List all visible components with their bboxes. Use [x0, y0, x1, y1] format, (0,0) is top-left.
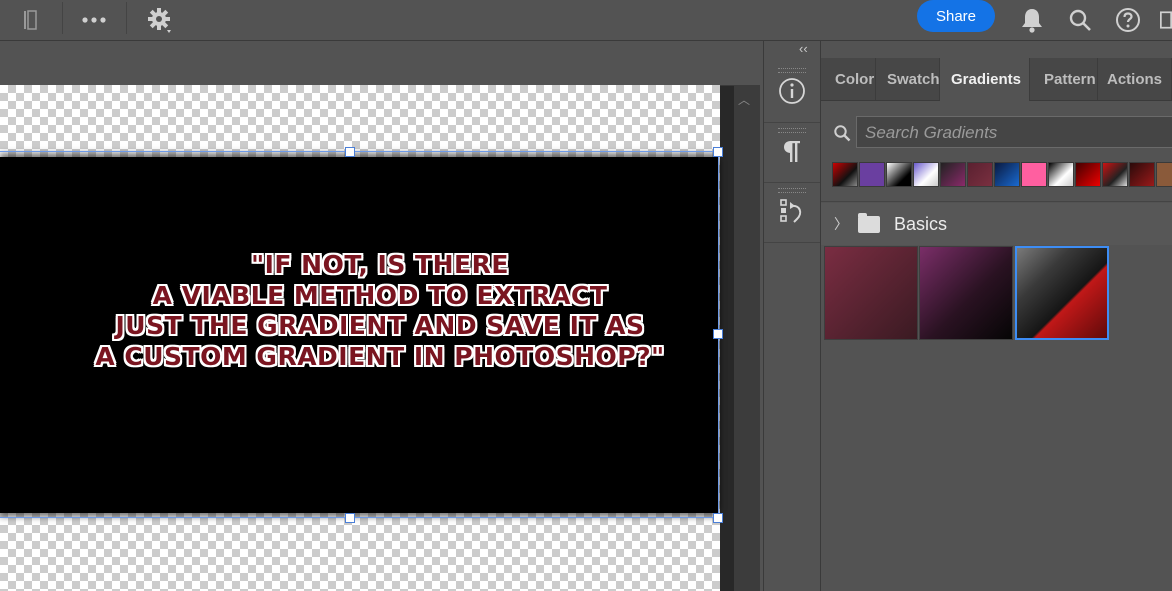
history-icon — [778, 197, 806, 230]
quote-line: "IF NOT, IS THERE — [251, 250, 509, 279]
help-icon[interactable] — [1114, 5, 1142, 35]
gradient-swatch[interactable] — [1129, 162, 1155, 187]
settings-icon[interactable] — [145, 5, 175, 35]
panel-tabs: Color Swatch Gradients Pattern Actions — [821, 58, 1172, 101]
top-toolbar: Share — [0, 0, 1172, 41]
gradient-swatch[interactable] — [913, 162, 939, 187]
gradient-swatch[interactable] — [832, 162, 858, 187]
collapse-panels-icon[interactable]: ‹‹ — [799, 41, 808, 56]
toolbar-divider — [126, 2, 127, 34]
panel-toggle-icon[interactable] — [1160, 5, 1172, 35]
folder-icon — [858, 212, 880, 233]
panel-toggle-icon[interactable] — [20, 5, 40, 35]
bell-icon[interactable] — [1018, 5, 1046, 35]
gradient-swatch[interactable] — [1048, 162, 1074, 187]
history-button[interactable] — [764, 184, 820, 243]
gradient-preset[interactable] — [919, 246, 1013, 340]
transform-handle[interactable] — [713, 513, 723, 523]
gradient-swatch[interactable] — [1075, 162, 1101, 187]
gradient-swatch[interactable] — [967, 162, 993, 187]
gradient-swatch[interactable] — [859, 162, 885, 187]
grip-handle[interactable] — [778, 188, 806, 193]
tab-color[interactable]: Color — [821, 58, 876, 100]
paragraph-icon — [781, 138, 803, 169]
quote-line: JUST THE GRADIENT AND SAVE IT AS — [115, 311, 645, 340]
share-button[interactable]: Share — [917, 0, 995, 32]
chevron-up-icon[interactable]: ︿ — [738, 91, 750, 108]
folder-label: Basics — [894, 213, 948, 234]
selection-border-bottom — [0, 517, 719, 518]
document-tab-bar — [0, 41, 760, 86]
gradient-swatch[interactable] — [1021, 162, 1047, 187]
folder-basics[interactable]: 〉 Basics — [821, 203, 1172, 245]
gradients-panel: Color Swatch Gradients Pattern Actions 〉… — [821, 58, 1172, 591]
panel-tool-strip — [763, 41, 821, 591]
recent-gradients — [832, 162, 1172, 188]
divider — [821, 201, 1172, 202]
paragraph-button[interactable] — [764, 124, 820, 183]
gradient-swatch[interactable] — [940, 162, 966, 187]
quote-line: A CUSTOM GRADIENT IN PHOTOSHOP?" — [95, 341, 665, 371]
transform-handle[interactable] — [345, 147, 355, 157]
info-button[interactable] — [764, 64, 820, 123]
more-icon[interactable] — [80, 5, 108, 35]
transform-handle[interactable] — [713, 147, 723, 157]
selection-border-top — [0, 151, 719, 152]
info-icon — [778, 77, 806, 110]
gradient-preset[interactable] — [824, 246, 918, 340]
tab-patterns[interactable]: Pattern — [1030, 58, 1098, 100]
gradient-swatch[interactable] — [886, 162, 912, 187]
grip-handle[interactable] — [778, 128, 806, 133]
gradient-swatch[interactable] — [994, 162, 1020, 187]
gradient-swatch[interactable] — [1156, 162, 1172, 187]
gradient-preset[interactable] — [1015, 246, 1109, 340]
quote-text[interactable]: "IF NOT, IS THERE A VIABLE METHOD TO EXT… — [0, 250, 760, 372]
search-gradients-input[interactable] — [857, 117, 1172, 149]
transform-handle[interactable] — [345, 513, 355, 523]
chevron-right-icon[interactable]: 〉 — [834, 214, 848, 234]
transform-handle[interactable] — [713, 329, 723, 339]
grip-handle[interactable] — [778, 68, 806, 73]
gradient-swatch[interactable] — [1102, 162, 1128, 187]
tab-actions[interactable]: Actions — [1098, 58, 1172, 100]
tab-swatches[interactable]: Swatch — [876, 58, 940, 100]
search-gradients-field[interactable] — [856, 116, 1172, 149]
search-icon — [833, 124, 851, 147]
quote-line: A VIABLE METHOD TO EXTRACT — [152, 280, 608, 310]
tab-gradients[interactable]: Gradients — [940, 58, 1030, 101]
toolbar-divider — [62, 2, 63, 34]
search-icon[interactable] — [1066, 5, 1094, 35]
